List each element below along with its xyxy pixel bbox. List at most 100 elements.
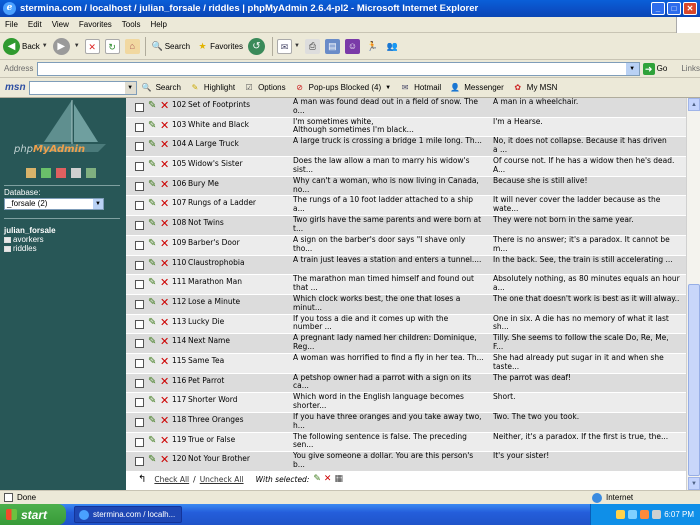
- delete-x-icon[interactable]: ✕: [160, 238, 170, 249]
- close-button[interactable]: ✕: [683, 2, 697, 15]
- row-checkbox[interactable]: [135, 122, 144, 132]
- msn-people-button[interactable]: 👥: [385, 39, 400, 54]
- row-checkbox[interactable]: [135, 240, 144, 250]
- chevron-down-icon[interactable]: ▼: [124, 81, 136, 94]
- edit-pencil-icon[interactable]: ✎: [148, 455, 158, 465]
- edit-pencil-icon[interactable]: ✎: [148, 337, 158, 347]
- query-window-icon[interactable]: [56, 168, 66, 178]
- table-item-avorkers[interactable]: avorkers: [4, 235, 44, 244]
- edit-pencil-icon[interactable]: ✎: [148, 376, 158, 387]
- msn-logo[interactable]: msn: [0, 82, 29, 93]
- delete-x-icon[interactable]: ✕: [160, 336, 170, 347]
- tray-icon[interactable]: [628, 510, 638, 519]
- row-checkbox[interactable]: [135, 457, 144, 467]
- row-checkbox[interactable]: [135, 181, 144, 191]
- delete-x-icon[interactable]: ✕: [160, 198, 170, 209]
- row-checkbox[interactable]: [135, 358, 144, 368]
- edit-pencil-icon[interactable]: ✎: [148, 179, 158, 190]
- exit-icon[interactable]: [41, 168, 51, 178]
- delete-x-icon[interactable]: ✕: [160, 356, 170, 367]
- edit-selected-icon[interactable]: ✎: [313, 474, 321, 484]
- history-button[interactable]: ↺: [247, 37, 267, 55]
- edit-pencil-icon[interactable]: ✎: [148, 297, 158, 308]
- delete-selected-icon[interactable]: ✕: [324, 474, 332, 484]
- delete-x-icon[interactable]: ✕: [160, 139, 170, 150]
- edit-pencil-icon[interactable]: ✎: [148, 356, 158, 367]
- stop-button[interactable]: ✕: [84, 38, 100, 54]
- menu-file[interactable]: File: [0, 20, 23, 29]
- edit-pencil-icon[interactable]: ✎: [148, 278, 158, 288]
- start-button[interactable]: start: [0, 504, 66, 525]
- vertical-scrollbar[interactable]: ▲ ▼: [686, 98, 700, 490]
- edit-page-button[interactable]: ▤: [324, 38, 340, 54]
- go-button[interactable]: ➜ Go: [642, 62, 667, 75]
- refresh-button[interactable]: ↻: [104, 38, 120, 54]
- row-checkbox[interactable]: [135, 221, 144, 231]
- delete-x-icon[interactable]: ✕: [160, 297, 170, 308]
- delete-x-icon[interactable]: ✕: [160, 258, 170, 269]
- my-msn-button[interactable]: ✿ My MSN: [512, 82, 557, 94]
- print-button[interactable]: ⎙: [304, 38, 320, 54]
- menu-edit[interactable]: Edit: [23, 20, 47, 29]
- delete-x-icon[interactable]: ✕: [160, 179, 170, 190]
- menu-help[interactable]: Help: [145, 20, 171, 29]
- delete-x-icon[interactable]: ✕: [160, 277, 170, 288]
- messenger-button[interactable]: 👤 Messenger: [449, 82, 504, 94]
- edit-pencil-icon[interactable]: ✎: [148, 219, 158, 229]
- delete-x-icon[interactable]: ✕: [160, 454, 170, 465]
- address-input[interactable]: ▼: [37, 61, 640, 76]
- export-selected-icon[interactable]: ▦: [334, 474, 343, 484]
- row-checkbox[interactable]: [135, 260, 144, 270]
- scroll-thumb[interactable]: [688, 284, 700, 476]
- highlight-button[interactable]: ✎ Highlight: [189, 82, 236, 94]
- delete-x-icon[interactable]: ✕: [160, 159, 170, 170]
- edit-pencil-icon[interactable]: ✎: [148, 317, 158, 328]
- check-all-link[interactable]: Check All: [154, 475, 189, 484]
- hotmail-button[interactable]: ✉ Hotmail: [399, 82, 441, 94]
- edit-pencil-icon[interactable]: ✎: [148, 435, 158, 446]
- search-button[interactable]: 🔍 Search: [150, 39, 190, 54]
- scroll-down-button[interactable]: ▼: [688, 477, 700, 490]
- forward-button[interactable]: ▶ ▼: [52, 37, 80, 55]
- home-icon[interactable]: [26, 168, 36, 178]
- delete-x-icon[interactable]: ✕: [160, 395, 170, 406]
- row-checkbox[interactable]: [135, 398, 144, 408]
- menu-view[interactable]: View: [47, 20, 74, 29]
- options-button[interactable]: ☑ Options: [243, 82, 285, 94]
- delete-x-icon[interactable]: ✕: [160, 218, 170, 229]
- favorites-button[interactable]: ★ Favorites: [195, 39, 243, 54]
- documentation-icon[interactable]: [71, 168, 81, 178]
- edit-pencil-icon[interactable]: ✎: [148, 416, 158, 426]
- msn-search-button[interactable]: 🔍 Search: [141, 82, 181, 94]
- chevron-down-icon[interactable]: ▼: [625, 62, 639, 75]
- minimize-button[interactable]: _: [651, 2, 665, 15]
- database-select[interactable]: _forsale (2) ▼: [4, 198, 104, 210]
- edit-pencil-icon[interactable]: ✎: [148, 140, 158, 150]
- edit-pencil-icon[interactable]: ✎: [148, 120, 158, 131]
- row-checkbox[interactable]: [135, 280, 144, 290]
- edit-pencil-icon[interactable]: ✎: [148, 199, 158, 209]
- taskbar-ie-window[interactable]: stermina.com / localh...: [74, 506, 182, 523]
- edit-pencil-icon[interactable]: ✎: [148, 396, 158, 406]
- aim-button[interactable]: 🏃: [365, 39, 380, 54]
- row-checkbox[interactable]: [135, 142, 144, 152]
- row-checkbox[interactable]: [135, 299, 144, 309]
- edit-pencil-icon[interactable]: ✎: [148, 160, 158, 170]
- delete-x-icon[interactable]: ✕: [160, 100, 170, 111]
- database-name[interactable]: julian_forsale: [4, 226, 56, 235]
- phpinfo-icon[interactable]: [86, 168, 96, 178]
- row-checkbox[interactable]: [135, 319, 144, 329]
- popups-blocked-button[interactable]: ⊘ Pop-ups Blocked (4) ▼: [294, 82, 391, 94]
- delete-x-icon[interactable]: ✕: [160, 376, 170, 387]
- edit-pencil-icon[interactable]: ✎: [148, 101, 158, 111]
- tray-icon[interactable]: [640, 510, 650, 519]
- row-checkbox[interactable]: [135, 418, 144, 427]
- row-checkbox[interactable]: [135, 162, 144, 172]
- menu-tools[interactable]: Tools: [117, 20, 146, 29]
- uncheck-all-link[interactable]: Uncheck All: [200, 475, 244, 484]
- edit-pencil-icon[interactable]: ✎: [148, 238, 158, 249]
- menu-favorites[interactable]: Favorites: [74, 20, 117, 29]
- maximize-button[interactable]: □: [667, 2, 681, 15]
- delete-x-icon[interactable]: ✕: [160, 435, 170, 446]
- back-button[interactable]: ◀ Back ▼: [3, 37, 48, 55]
